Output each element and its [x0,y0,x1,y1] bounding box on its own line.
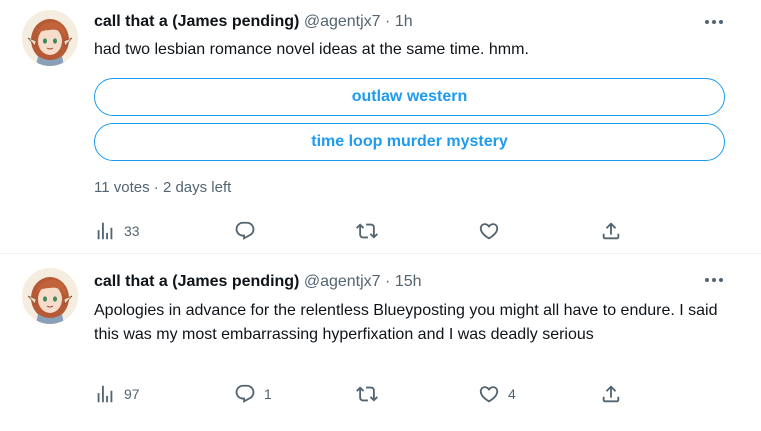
poll-meta-separator: · [153,179,159,196]
author-name[interactable]: call that a (James pending) [94,13,299,30]
share-icon [602,222,620,240]
like-icon [479,223,499,240]
analytics-icon [97,222,113,240]
poll-option-outlaw-western[interactable]: outlaw western [94,78,725,116]
more-dots-icon[interactable] [703,270,725,290]
like-count: 4 [508,386,516,402]
analytics-icon [97,385,113,403]
poll-option-time-loop-murder-mystery[interactable]: time loop murder mystery [94,123,725,161]
reply-button[interactable] [234,219,264,243]
share-icon [602,385,620,403]
tweet-1[interactable]: call that a (James pending) @agentjx7 · … [0,0,761,254]
views-count: 33 [124,223,140,239]
poll-votes: 11 votes [94,179,150,196]
reply-icon [235,384,255,403]
reply-count: 1 [264,386,272,402]
more-dots-icon[interactable] [703,12,725,32]
like-icon [479,386,499,403]
reply-button[interactable]: 1 [234,382,272,406]
retweet-button[interactable] [356,382,386,406]
avatar[interactable] [22,10,78,66]
avatar[interactable] [22,268,78,324]
tweet-time[interactable]: 1h [395,13,413,30]
tweet-time[interactable]: 15h [395,273,422,290]
author-name[interactable]: call that a (James pending) [94,273,299,290]
tweet-actions: 97 1 4 [94,382,634,406]
retweet-icon [356,223,378,239]
reply-icon [235,221,255,240]
tweet-text: had two lesbian romance novel ideas at t… [94,41,529,58]
share-button[interactable] [600,219,622,243]
tweet-header: call that a (James pending) @agentjx7 · … [94,12,413,32]
author-handle[interactable]: @agentjx7 [304,273,381,290]
poll-meta: 11 votes · 2 days left [94,178,231,198]
views-count: 97 [124,386,140,402]
like-button[interactable] [478,219,508,243]
share-button[interactable] [600,382,622,406]
author-handle[interactable]: @agentjx7 [304,13,381,30]
tweet-header: call that a (James pending) @agentjx7 · … [94,272,422,292]
tweet-actions: 33 [94,219,634,243]
tweet-2[interactable]: call that a (James pending) @agentjx7 · … [0,254,761,431]
views-button[interactable]: 33 [94,219,140,243]
views-button[interactable]: 97 [94,382,140,406]
like-button[interactable]: 4 [478,382,516,406]
header-separator: · [385,13,391,30]
header-separator: · [385,273,391,290]
retweet-button[interactable] [356,219,386,243]
poll-time-left: 2 days left [162,179,232,196]
tweet-text: Apologies in advance for the relentless … [94,302,718,343]
retweet-icon [356,386,378,402]
